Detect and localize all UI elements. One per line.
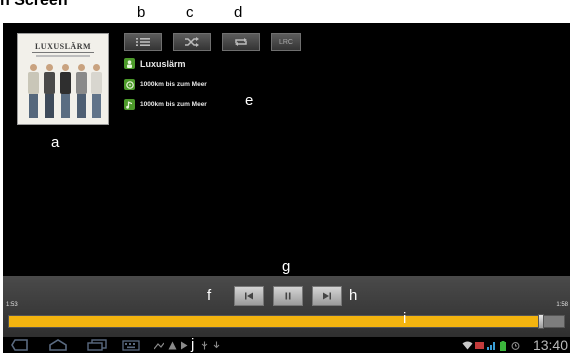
signal-icon: [487, 342, 495, 350]
band-member-figure: [44, 64, 55, 118]
song-icon: [124, 99, 135, 110]
play-notification-icon: [181, 341, 188, 350]
progress-bar[interactable]: [8, 314, 565, 329]
progress-fill: [9, 316, 540, 327]
previous-button[interactable]: [234, 286, 264, 306]
status-clock: 13:40: [532, 337, 568, 353]
callout-j: j: [191, 336, 195, 353]
repeat-icon: [235, 38, 247, 46]
lyrics-lrc-button[interactable]: LRC: [271, 33, 301, 51]
album-art: LUXUSLÄRM: [17, 33, 109, 125]
repeat-button[interactable]: [222, 33, 260, 51]
shuffle-button[interactable]: [173, 33, 211, 51]
album-row: 1000km bis zum Meer: [124, 79, 207, 90]
playlist-button[interactable]: [124, 33, 162, 51]
page-heading-fragment: n Screen: [0, 0, 68, 9]
next-button[interactable]: [312, 286, 342, 306]
playlist-icon: [136, 38, 150, 46]
album-name: 1000km bis zum Meer: [140, 81, 207, 88]
band-member-figure: [76, 64, 87, 118]
band-member-figure: [28, 64, 39, 118]
next-icon: [323, 292, 331, 300]
wifi-icon: [462, 341, 473, 350]
back-icon[interactable]: [11, 339, 29, 351]
album-art-subtitle-line: [36, 55, 90, 57]
shuffle-icon: [185, 37, 199, 47]
song-row: 1000km bis zum Meer: [124, 99, 207, 110]
elapsed-time: 1:53: [6, 302, 18, 308]
alarm-icon: [511, 342, 520, 350]
band-member-figure: [91, 64, 102, 118]
page: { "header": { "title_fragment": "n Scree…: [0, 0, 570, 353]
playback-controls: 1:53 1:58: [3, 276, 570, 337]
recent-apps-icon[interactable]: [87, 339, 107, 351]
callout-b: b: [137, 4, 146, 21]
keyboard-icon[interactable]: [122, 339, 140, 351]
callout-c: c: [186, 4, 194, 21]
download-icon: [213, 341, 220, 349]
usb-icon: [201, 341, 208, 350]
callout-i: i: [403, 310, 407, 327]
screenshot-icon: [154, 342, 164, 350]
home-icon[interactable]: [48, 339, 68, 351]
signal-error-icon: [475, 342, 484, 349]
music-player-screen: LUXUSLÄRM LRC Luxuslärm 1000km bis zum M…: [3, 23, 570, 353]
album-icon: [124, 79, 135, 90]
artist-name: Luxuslärm: [140, 58, 186, 69]
previous-icon: [245, 292, 253, 300]
artist-icon: [124, 58, 135, 69]
warning-icon: [168, 341, 177, 350]
battery-icon: [500, 341, 506, 351]
callout-f: f: [207, 287, 212, 304]
callout-g: g: [282, 258, 291, 275]
progress-thumb[interactable]: [538, 314, 545, 329]
callout-d: d: [234, 4, 243, 21]
band-member-figure: [60, 64, 71, 118]
pause-button[interactable]: [273, 286, 303, 306]
artist-row: Luxuslärm: [124, 58, 186, 69]
callout-a: a: [51, 134, 60, 151]
total-duration: 1:58: [556, 302, 568, 308]
callout-h: h: [349, 287, 358, 304]
pause-icon: [285, 292, 291, 300]
system-bar: 13:40: [3, 337, 570, 353]
album-art-title: LUXUSLÄRM: [32, 42, 94, 53]
callout-e: e: [245, 92, 254, 109]
song-title: 1000km bis zum Meer: [140, 101, 207, 108]
